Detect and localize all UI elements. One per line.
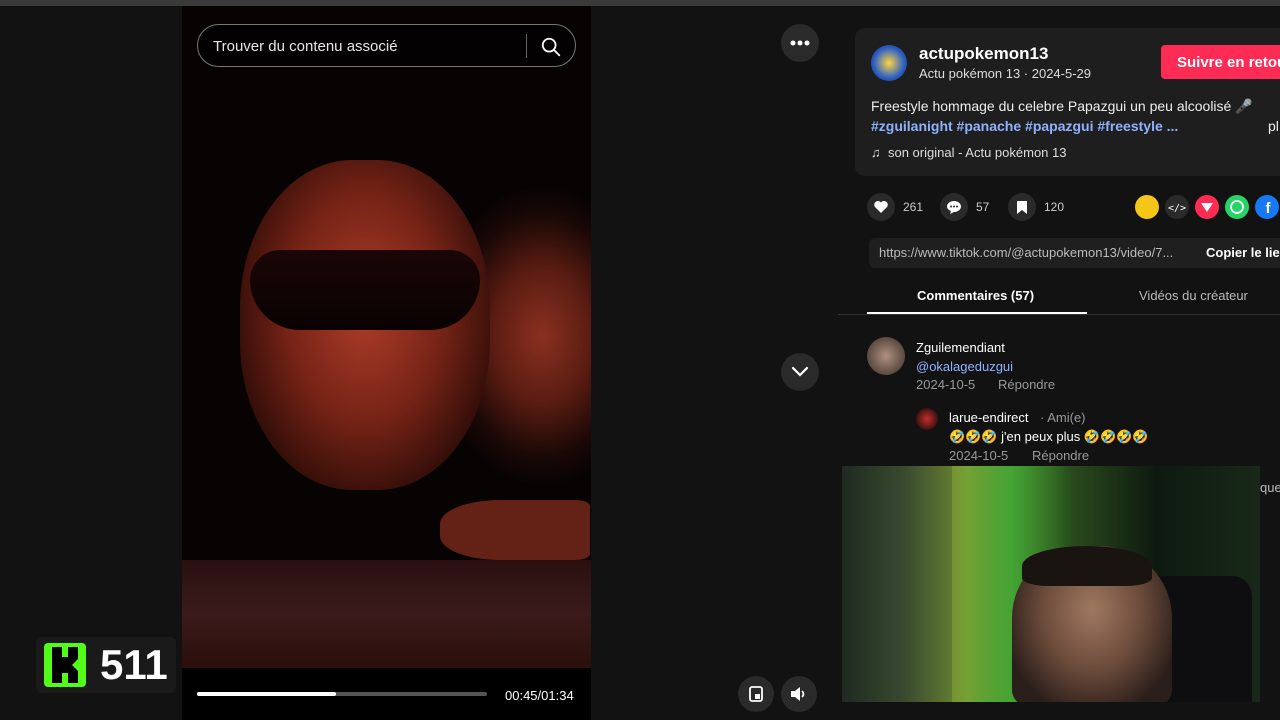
- copy-link-button[interactable]: Copier le lien: [1206, 245, 1280, 260]
- more-link[interactable]: pl: [1268, 118, 1279, 134]
- share-link-box: https://www.tiktok.com/@actupokemon13/vi…: [869, 238, 1280, 268]
- save-stat[interactable]: 120: [1008, 193, 1064, 221]
- streamer-webcam-overlay: [842, 466, 1260, 702]
- comment-stat[interactable]: 57: [940, 193, 989, 221]
- author-avatar[interactable]: [871, 45, 907, 81]
- share-link-url[interactable]: https://www.tiktok.com/@actupokemon13/vi…: [879, 245, 1173, 260]
- like-stat[interactable]: 261: [867, 193, 923, 221]
- viewer-count: 511: [100, 641, 168, 688]
- pip-icon: [749, 686, 763, 702]
- volume-icon: [791, 687, 805, 701]
- music-line[interactable]: ♫ son original - Actu pokémon 13: [871, 145, 1066, 160]
- tab-divider: [838, 314, 1280, 315]
- comment-count: 57: [976, 200, 990, 214]
- kick-logo-icon: [44, 643, 86, 687]
- comment-reply-button[interactable]: Répondre: [998, 377, 1055, 392]
- search-separator: [526, 34, 527, 58]
- webcam-streamer-hair: [1022, 546, 1152, 586]
- comment-date: 2024-10-5: [916, 377, 976, 392]
- whatsapp-icon[interactable]: [1225, 195, 1249, 219]
- mini-player-button[interactable]: [738, 676, 774, 712]
- search-input[interactable]: Trouver du contenu associé: [213, 38, 398, 55]
- music-title: son original - Actu pokémon 13: [887, 145, 1067, 160]
- video-progress-fill: [197, 692, 337, 696]
- search-icon[interactable]: [540, 36, 562, 58]
- video-glasses: [250, 250, 480, 330]
- reply-reply-button[interactable]: Répondre: [1032, 448, 1089, 463]
- post-hashtags[interactable]: #zguilanight #panache #papazgui #freesty…: [871, 118, 1178, 134]
- video-time: 00:45/01:34: [505, 688, 574, 703]
- video-shoulder: [440, 500, 590, 560]
- svg-text:f: f: [1266, 200, 1272, 217]
- embed-code-icon[interactable]: </>: [1165, 195, 1189, 219]
- music-note-icon: ♫: [871, 145, 888, 160]
- reply-friend-tag: · Ami(e): [1040, 410, 1086, 425]
- svg-text:</>: </>: [1168, 203, 1186, 214]
- send-icon[interactable]: [1195, 195, 1219, 219]
- tab-creator-videos[interactable]: Vidéos du créateur: [1139, 288, 1248, 303]
- heart-icon: [867, 193, 895, 221]
- comment-author[interactable]: Zguilemendiant: [916, 340, 1005, 355]
- reply-avatar[interactable]: [916, 408, 938, 430]
- save-count: 120: [1044, 200, 1065, 214]
- reply-date: 2024-10-5: [949, 448, 1009, 463]
- video-progress-bar[interactable]: [197, 692, 487, 696]
- post-description: Freestyle hommage du celebre Papazgui un…: [871, 98, 1253, 114]
- author-username[interactable]: actupokemon13: [919, 44, 1048, 64]
- chevron-down-icon: [791, 366, 809, 377]
- reply-author[interactable]: larue-endirect: [949, 410, 1029, 425]
- next-video-button[interactable]: [781, 353, 819, 391]
- more-options-button[interactable]: [781, 24, 819, 62]
- bookmark-icon: [1008, 193, 1036, 221]
- facebook-icon[interactable]: f: [1255, 195, 1279, 219]
- share-repost-icon[interactable]: [1135, 195, 1159, 219]
- related-search-bar[interactable]: Trouver du contenu associé: [197, 24, 576, 67]
- video-player[interactable]: [182, 6, 591, 668]
- truncated-side-text: que: [1260, 480, 1280, 495]
- comment-icon: [940, 193, 968, 221]
- comment-text[interactable]: @okalageduzgui: [916, 359, 1013, 374]
- comment-avatar[interactable]: [867, 337, 905, 375]
- more-dots-icon: [790, 40, 810, 46]
- kick-viewer-badge: 511: [36, 637, 176, 693]
- reply-text: 🤣🤣🤣 j'en peux plus 🤣🤣🤣🤣: [949, 429, 1149, 444]
- video-shirt: [182, 560, 591, 668]
- author-meta: Actu pokémon 13 · 2024-5-29: [919, 66, 1091, 81]
- tab-comments[interactable]: Commentaires (57): [917, 288, 1034, 303]
- volume-button[interactable]: [781, 676, 817, 712]
- follow-back-button[interactable]: Suivre en retour: [1161, 45, 1280, 79]
- like-count: 261: [903, 200, 924, 214]
